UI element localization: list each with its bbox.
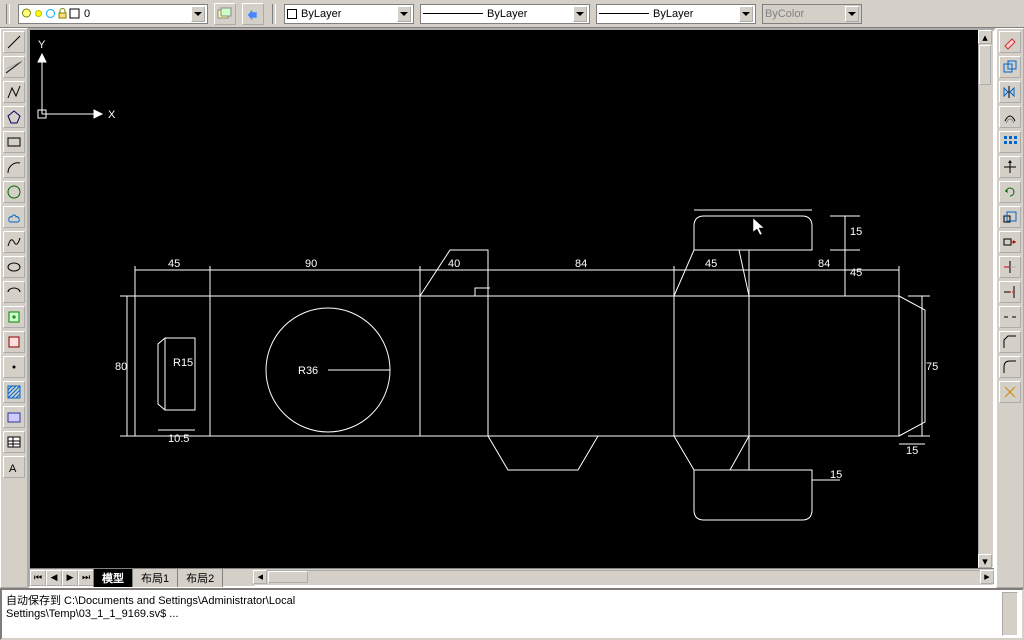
point-tool[interactable] [3, 356, 25, 378]
sun-icon [33, 8, 44, 19]
svg-text:40: 40 [448, 258, 460, 270]
break-tool[interactable] [999, 306, 1021, 328]
ellipse-tool[interactable] [3, 256, 25, 278]
move-tool[interactable] [999, 156, 1021, 178]
stretch-tool[interactable] [999, 231, 1021, 253]
revcloud-tool[interactable] [3, 206, 25, 228]
layer-manager-icon[interactable] [214, 3, 236, 25]
insert-block-tool[interactable] [3, 306, 25, 328]
tab-layout2[interactable]: 布局2 [177, 568, 223, 587]
tab-next-button[interactable]: ▶ [62, 570, 78, 586]
properties-toolbar: 0 ByLayer ByLayer ByLayer ByColor [0, 0, 1024, 28]
horizontal-scrollbar[interactable]: ◂▸ [253, 570, 994, 586]
mirror-tool[interactable] [999, 81, 1021, 103]
svg-text:15: 15 [906, 445, 918, 457]
offset-tool[interactable] [999, 106, 1021, 128]
svg-text:15: 15 [830, 469, 842, 481]
trim-tool[interactable] [999, 256, 1021, 278]
circle-tool[interactable] [3, 181, 25, 203]
polyline-tool[interactable] [3, 81, 25, 103]
lineweight-dropdown[interactable]: ByLayer [596, 4, 756, 24]
svg-text:R36: R36 [298, 365, 318, 377]
line-tool[interactable] [3, 31, 25, 53]
svg-text:45: 45 [168, 258, 180, 270]
spline-tool[interactable] [3, 231, 25, 253]
svg-text:15: 15 [850, 226, 862, 238]
svg-text:A: A [9, 463, 17, 475]
layout-tabs-bar: ⏮ ◀ ▶ ⏭ 模型 布局1 布局2 ◂▸ [30, 568, 994, 586]
arc-tool[interactable] [3, 156, 25, 178]
extend-tool[interactable] [999, 281, 1021, 303]
drawing-area-wrap: 45 90 40 84 45 84 15 [28, 28, 996, 588]
svg-text:X: X [108, 109, 116, 121]
cursor-icon [753, 218, 769, 238]
svg-text:90: 90 [305, 258, 317, 270]
plotstyle-dropdown: ByColor [762, 4, 862, 24]
command-text-2: Settings\Temp\03_1_1_9169.sv$ ... [6, 608, 1002, 620]
svg-text:75: 75 [926, 361, 938, 373]
color-dropdown[interactable]: ByLayer [284, 4, 414, 24]
layer-previous-icon[interactable] [242, 3, 264, 25]
lock-icon [57, 8, 68, 19]
svg-text:80: 80 [115, 361, 127, 373]
layer-name: 0 [84, 8, 90, 20]
fillet-tool[interactable] [999, 356, 1021, 378]
lineweight-value: ByLayer [653, 8, 693, 20]
svg-text:84: 84 [818, 258, 830, 270]
linetype-dropdown[interactable]: ByLayer [420, 4, 590, 24]
xline-tool[interactable] [3, 56, 25, 78]
modify-toolbar [996, 28, 1024, 588]
chamfer-tool[interactable] [999, 331, 1021, 353]
color-value: ByLayer [301, 8, 341, 20]
command-text-1: 自动保存到 C:\Documents and Settings\Administ… [6, 592, 1002, 608]
region-tool[interactable] [3, 406, 25, 428]
command-line[interactable]: 自动保存到 C:\Documents and Settings\Administ… [0, 588, 1024, 640]
ellipse-arc-tool[interactable] [3, 281, 25, 303]
vertical-scrollbar[interactable]: ▴▾ [978, 30, 994, 568]
tab-prev-button[interactable]: ◀ [46, 570, 62, 586]
make-block-tool[interactable] [3, 331, 25, 353]
svg-text:45: 45 [850, 267, 862, 279]
lightbulb-icon [21, 8, 32, 19]
draw-toolbar: A [0, 28, 28, 588]
tab-model[interactable]: 模型 [93, 568, 133, 587]
plotstyle-value: ByColor [765, 8, 804, 20]
svg-text:Y: Y [38, 39, 46, 51]
svg-text:10.5: 10.5 [168, 433, 189, 445]
svg-text:R15: R15 [173, 357, 193, 369]
erase-tool[interactable] [999, 31, 1021, 53]
ucs-icon: X Y [30, 30, 130, 130]
array-tool[interactable] [999, 131, 1021, 153]
rectangle-tool[interactable] [3, 131, 25, 153]
linetype-value: ByLayer [487, 8, 527, 20]
copy-tool[interactable] [999, 56, 1021, 78]
polygon-tool[interactable] [3, 106, 25, 128]
color-icon [69, 8, 80, 19]
text-tool[interactable]: A [3, 456, 25, 478]
command-scrollbar[interactable] [1002, 592, 1018, 636]
layer-dropdown[interactable]: 0 [18, 4, 208, 24]
svg-text:45: 45 [705, 258, 717, 270]
tab-first-button[interactable]: ⏮ [30, 570, 46, 586]
freeze-icon [45, 8, 56, 19]
tab-layout1[interactable]: 布局1 [132, 568, 178, 587]
hatch-tool[interactable] [3, 381, 25, 403]
explode-tool[interactable] [999, 381, 1021, 403]
rotate-tool[interactable] [999, 181, 1021, 203]
drawing-canvas[interactable]: 45 90 40 84 45 84 15 [30, 30, 978, 568]
scale-tool[interactable] [999, 206, 1021, 228]
tab-last-button[interactable]: ⏭ [78, 570, 94, 586]
table-tool[interactable] [3, 431, 25, 453]
svg-text:84: 84 [575, 258, 587, 270]
